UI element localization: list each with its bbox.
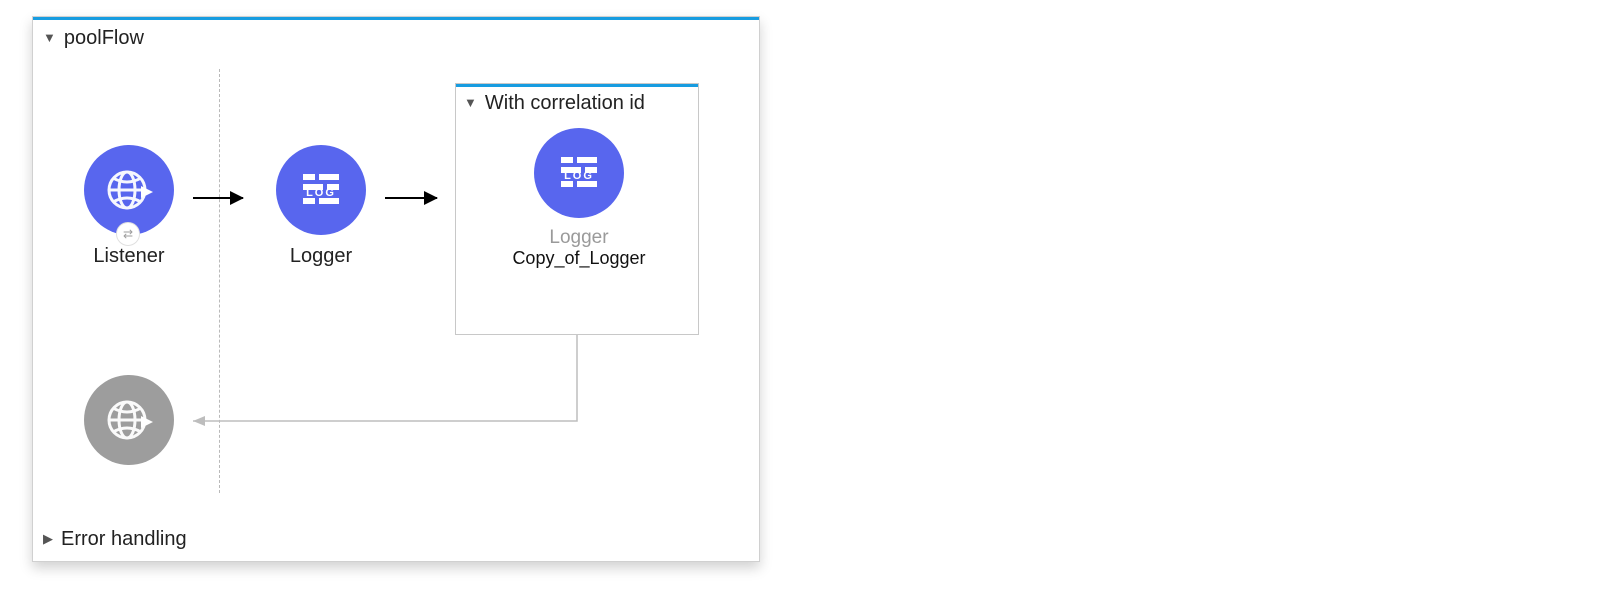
logger-node[interactable]: LOG Logger	[261, 145, 381, 268]
scope-logger-type-label: Logger	[494, 228, 664, 249]
error-handling-header[interactable]: ▶ Error handling	[43, 528, 187, 551]
correlation-scope[interactable]: ▼ With correlation id LOG Logger	[455, 83, 699, 335]
flow-designer-canvas: ▼ poolFlow ⇄ Listener	[0, 0, 1618, 600]
listener-label: Listener	[69, 245, 189, 268]
http-globe-icon	[84, 375, 174, 465]
http-globe-icon	[84, 145, 174, 235]
flow-header[interactable]: ▼ poolFlow	[43, 27, 144, 50]
log-brick-icon: LOG	[534, 128, 624, 218]
flow-title: poolFlow	[64, 27, 144, 50]
listener-node[interactable]: ⇄ Listener	[69, 145, 189, 268]
scope-title: With correlation id	[485, 92, 645, 115]
chevron-right-icon: ▶	[43, 531, 53, 547]
arrow-icon	[385, 197, 437, 199]
flow-panel[interactable]: ▼ poolFlow ⇄ Listener	[32, 16, 760, 562]
svg-text:LOG: LOG	[564, 170, 594, 182]
scope-header[interactable]: ▼ With correlation id	[464, 92, 645, 115]
response-node[interactable]	[69, 375, 189, 475]
arrow-icon	[193, 197, 243, 199]
lane-separator	[219, 69, 220, 493]
chevron-down-icon: ▼	[464, 95, 477, 110]
response-indicator-icon: ⇄	[117, 223, 139, 245]
svg-text:LOG: LOG	[306, 187, 336, 199]
scope-logger-node[interactable]: LOG Logger Copy_of_Logger	[494, 128, 664, 269]
logger-label: Logger	[261, 245, 381, 268]
log-brick-icon: LOG	[276, 145, 366, 235]
chevron-down-icon: ▼	[43, 30, 56, 45]
scope-logger-name: Copy_of_Logger	[494, 249, 664, 269]
error-handling-title: Error handling	[61, 528, 187, 551]
